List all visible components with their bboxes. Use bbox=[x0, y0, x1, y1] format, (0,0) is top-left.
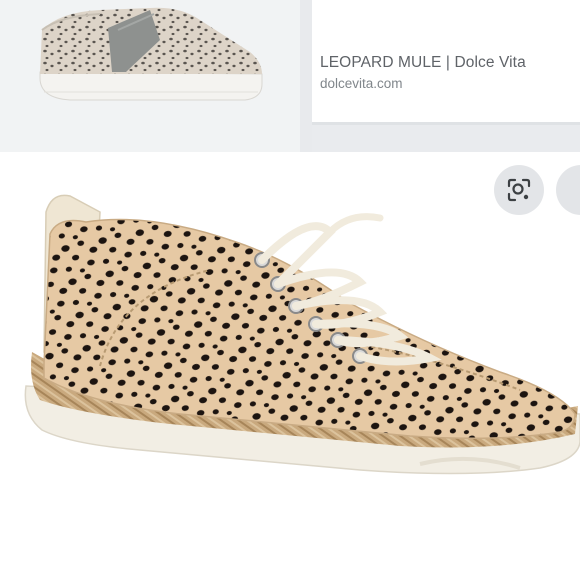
result-thumbnail-leopard-mule[interactable] bbox=[0, 0, 300, 152]
visual-search-button[interactable] bbox=[494, 165, 544, 215]
leopard-mule-image bbox=[39, 7, 263, 101]
lens-search-icon bbox=[507, 178, 531, 202]
bottom-edge bbox=[0, 566, 580, 580]
next-result-card-preview bbox=[312, 125, 580, 152]
thumbnail-gap bbox=[300, 0, 312, 152]
result-card[interactable]: LEOPARD MULE | Dolce Vita dolcevita.com bbox=[312, 0, 580, 122]
result-domain: dolcevita.com bbox=[320, 76, 403, 91]
result-title[interactable]: LEOPARD MULE | Dolce Vita bbox=[320, 54, 526, 72]
main-product-image bbox=[0, 152, 580, 580]
next-result-card[interactable] bbox=[312, 122, 580, 152]
leopard-sneaker-image bbox=[24, 194, 580, 475]
